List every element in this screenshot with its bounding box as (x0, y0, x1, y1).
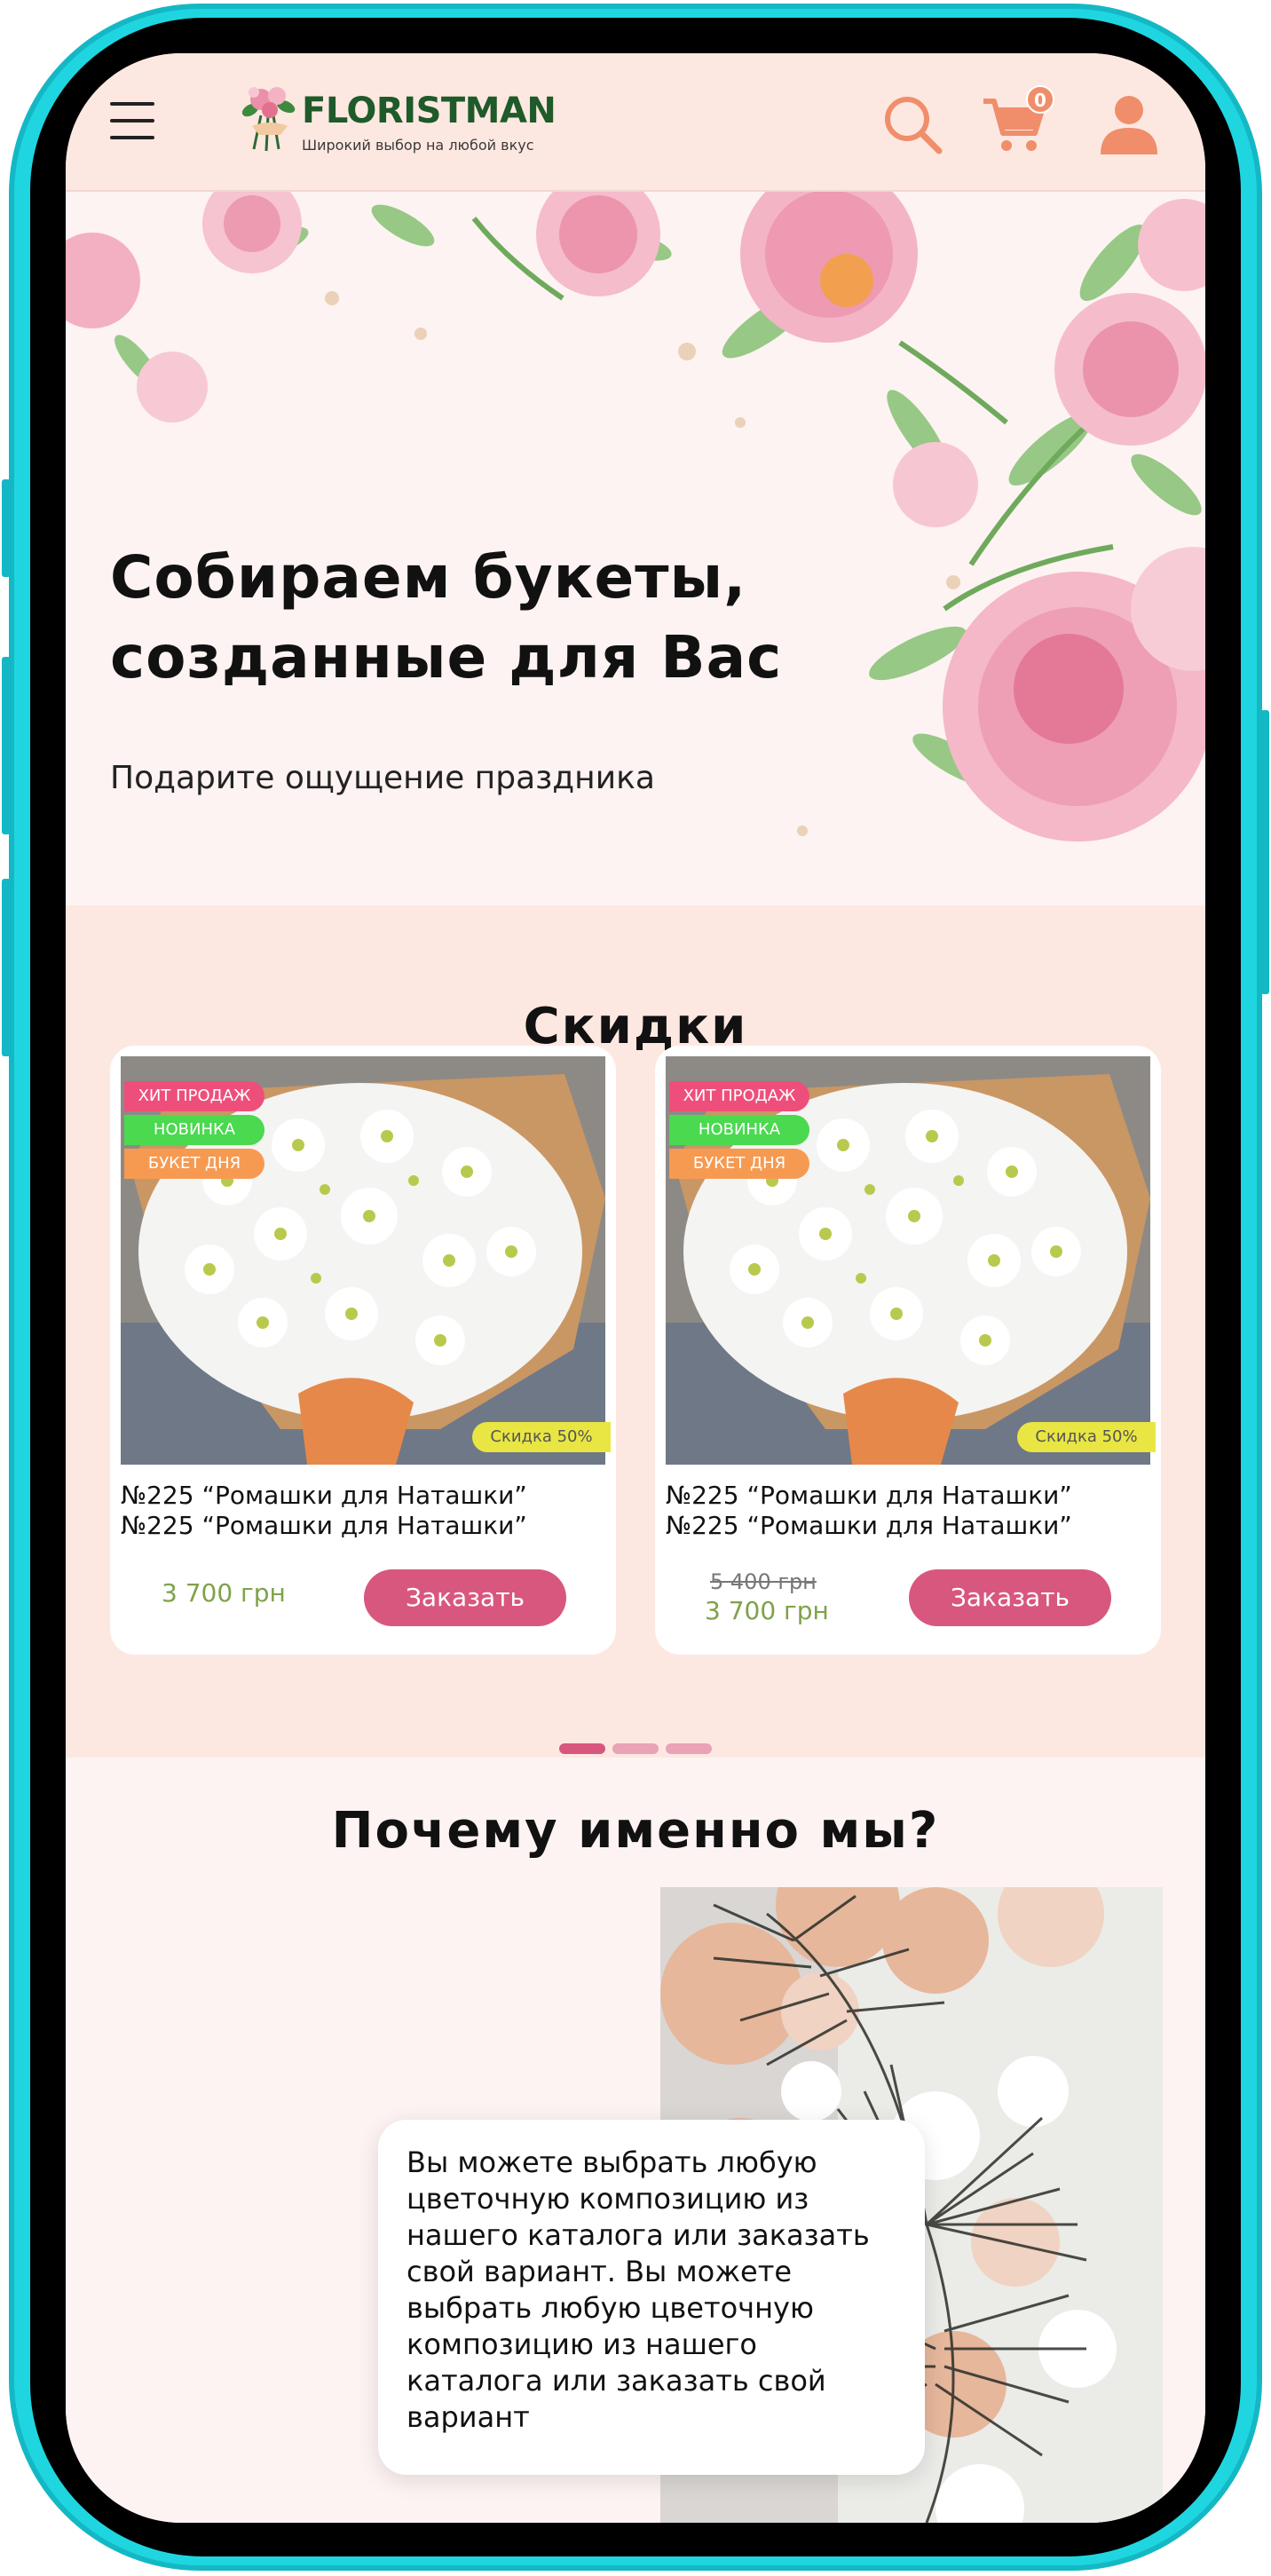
badge-hit: ХИТ ПРОДАЖ (124, 1081, 264, 1111)
site-header: FLORISTMAN Широкий выбор на любой вкус 0 (66, 53, 1205, 192)
product-old-price: 5 400 грн (710, 1569, 817, 1594)
order-button[interactable]: Заказать (364, 1569, 566, 1626)
screen: FLORISTMAN Широкий выбор на любой вкус 0 (66, 53, 1205, 2523)
why-us-text: Вы можете выбрать любую цветочную композ… (407, 2145, 870, 2434)
hero-section: Собираем букеты, созданные для Вас Подар… (66, 192, 1205, 905)
product-name[interactable]: №225 “Ромашки для Наташки” №225 “Ромашки… (121, 1481, 605, 1541)
hero-subtitle: Подарите ощущение праздника (110, 760, 655, 796)
volume-up-button (2, 479, 11, 577)
why-us-title: Почему именно мы? (331, 1802, 940, 1860)
product-price: 3 700 грн (162, 1578, 286, 1608)
discount-tag: Скидка 50% (472, 1422, 611, 1452)
badge-new: НОВИНКА (669, 1115, 809, 1145)
volume-down-button (2, 657, 11, 834)
product-name[interactable]: №225 “Ромашки для Наташки” №225 “Ромашки… (666, 1481, 1150, 1541)
menu-icon[interactable] (110, 102, 154, 139)
badge-bouquet-of-day: БУКЕТ ДНЯ (669, 1149, 809, 1179)
discount-tag: Скидка 50% (1017, 1422, 1156, 1452)
badge-bouquet-of-day: БУКЕТ ДНЯ (124, 1149, 264, 1179)
mute-switch (2, 879, 11, 1056)
badge-new: НОВИНКА (124, 1115, 264, 1145)
why-us-section: Почему именно мы? Вы можете выбрать любу… (66, 1758, 1205, 2523)
product-price: 3 700 грн (705, 1596, 829, 1625)
product-card[interactable]: ХИТ ПРОДАЖ НОВИНКА БУКЕТ ДНЯ Скидка 50% … (110, 1046, 616, 1655)
carousel-dot-2[interactable] (612, 1743, 659, 1754)
cart-count-badge: 0 (1026, 85, 1054, 114)
hero-title-line1: Собираем букеты, (110, 543, 747, 612)
why-us-card: Вы можете выбрать любую цветочную композ… (378, 2120, 925, 2475)
hero-title: Собираем букеты, созданные для Вас (110, 538, 909, 698)
order-button[interactable]: Заказать (909, 1569, 1111, 1626)
carousel-dot-3[interactable] (666, 1743, 712, 1754)
search-icon[interactable] (879, 91, 946, 158)
product-card[interactable]: ХИТ ПРОДАЖ НОВИНКА БУКЕТ ДНЯ Скидка 50% … (655, 1046, 1161, 1655)
power-button (1260, 710, 1269, 994)
user-icon[interactable] (1095, 91, 1163, 158)
bouquet-logo-icon (241, 87, 296, 152)
logo-name: FLORISTMAN (302, 91, 557, 131)
badge-hit: ХИТ ПРОДАЖ (669, 1081, 809, 1111)
logo[interactable]: FLORISTMAN Широкий выбор на любой вкус (234, 80, 557, 160)
product-photo[interactable]: ХИТ ПРОДАЖ НОВИНКА БУКЕТ ДНЯ (666, 1056, 1150, 1465)
logo-tagline: Широкий выбор на любой вкус (302, 137, 534, 154)
hero-title-line2: созданные для Вас (110, 623, 783, 691)
sale-section: Скидки ХИТ ПРОДАЖ НОВИНКА БУКЕТ ДНЯ Скид… (66, 905, 1205, 1758)
carousel-dots (559, 1743, 737, 1754)
product-photo[interactable]: ХИТ ПРОДАЖ НОВИНКА БУКЕТ ДНЯ (121, 1056, 605, 1465)
carousel-dot-1[interactable] (559, 1743, 605, 1754)
